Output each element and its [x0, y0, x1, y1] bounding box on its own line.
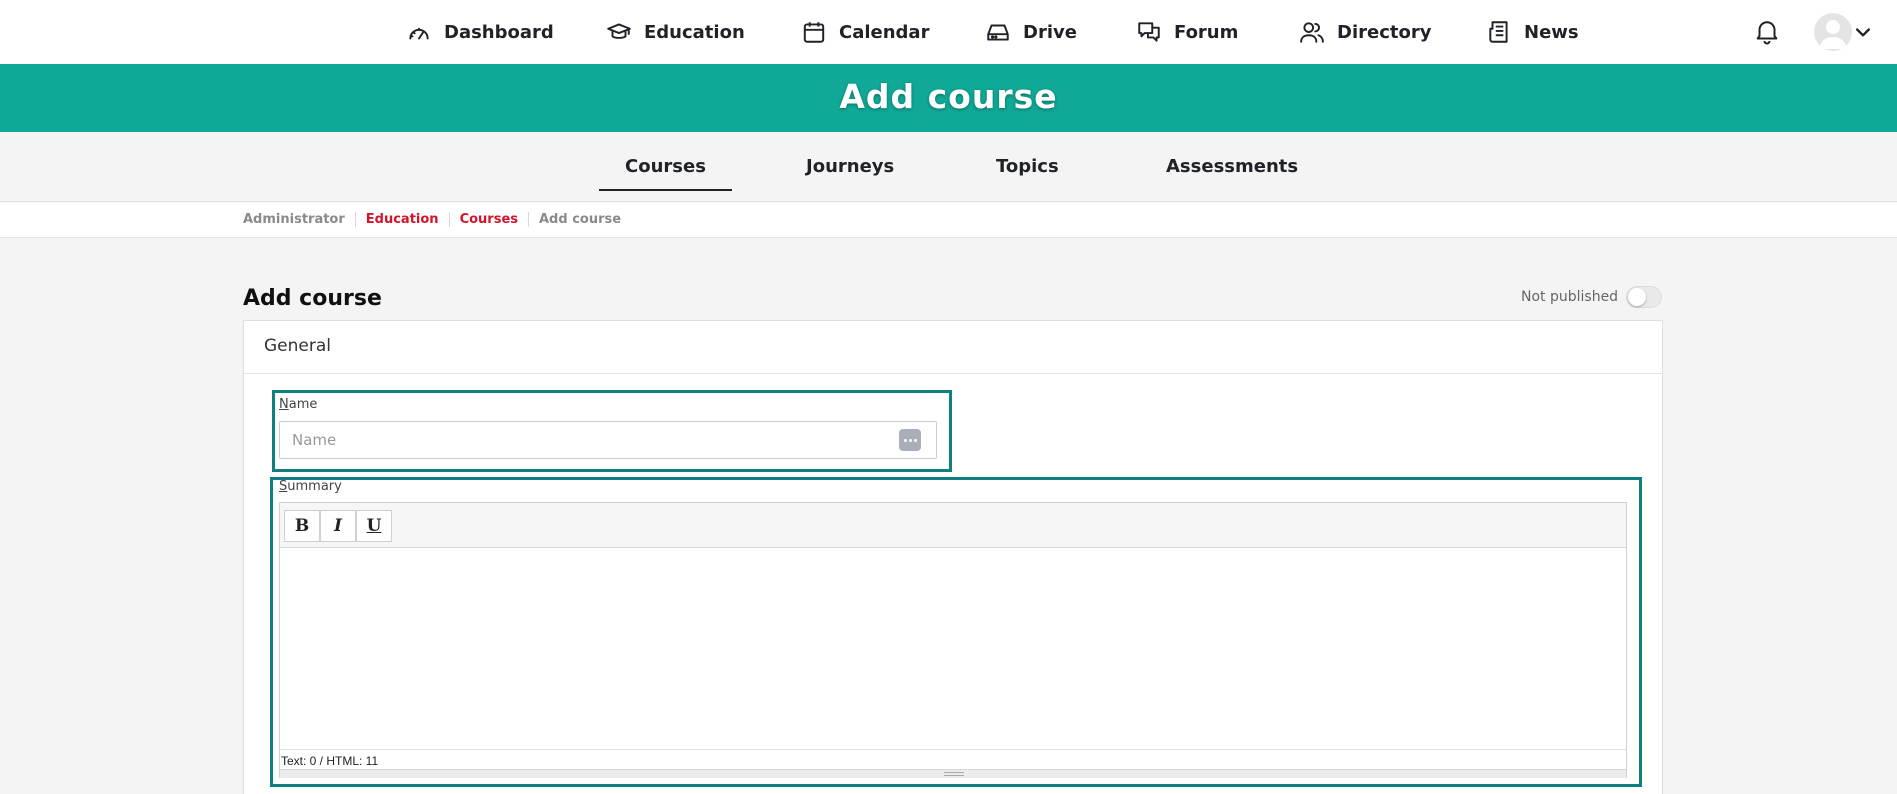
breadcrumb-administrator: Administrator [243, 212, 345, 227]
nav-dashboard-label: Dashboard [444, 21, 554, 43]
graduation-cap-icon [607, 23, 631, 39]
editor-toolbar: B I U [280, 503, 1626, 548]
avatar[interactable] [1814, 13, 1852, 51]
nav-news[interactable]: News [1486, 0, 1579, 64]
banner-title: Add course [839, 77, 1058, 116]
breadcrumb-courses[interactable]: Courses [448, 212, 528, 227]
summary-label: Summary [279, 479, 342, 494]
breadcrumb-bar: Administrator Education Courses Add cour… [0, 203, 1897, 238]
bell-icon[interactable] [1752, 16, 1782, 46]
nav-directory-label: Directory [1337, 21, 1432, 43]
editor-status: Text: 0 / HTML: 11 [280, 749, 1626, 769]
tab-topics[interactable]: Topics [996, 156, 1059, 177]
name-label: Name [279, 397, 318, 412]
tab-courses[interactable]: Courses [599, 156, 732, 191]
nav-education-label: Education [644, 21, 745, 43]
nav-forum-label: Forum [1174, 21, 1239, 43]
breadcrumb-current: Add course [528, 212, 631, 227]
sub-navigation: Courses Journeys Topics Assessments [0, 132, 1897, 202]
toggle-knob [1628, 288, 1646, 306]
nav-calendar[interactable]: Calendar [801, 0, 929, 64]
chat-bubbles-icon [1138, 22, 1160, 42]
newspaper-icon [1489, 21, 1508, 43]
more-options-icon[interactable] [899, 429, 921, 451]
card-header: General [244, 321, 1662, 374]
nav-drive-label: Drive [1023, 21, 1077, 43]
user-silhouette-icon [1819, 20, 1847, 49]
calendar-icon [803, 22, 825, 43]
chevron-down-icon[interactable] [1852, 22, 1874, 42]
page-banner: Add course [0, 64, 1897, 132]
nav-drive[interactable]: Drive [985, 0, 1077, 64]
page-title: Add course [243, 286, 382, 311]
underline-button[interactable]: U [356, 510, 392, 542]
users-icon [1300, 22, 1324, 43]
tab-assessments[interactable]: Assessments [1166, 156, 1298, 177]
tab-journeys[interactable]: Journeys [806, 156, 894, 177]
summary-editor: B I U Text: 0 / HTML: 11 [279, 502, 1627, 778]
summary-textarea[interactable] [280, 549, 1626, 749]
breadcrumb: Administrator Education Courses Add cour… [243, 212, 631, 227]
nav-education[interactable]: Education [606, 0, 745, 64]
nav-calendar-label: Calendar [839, 21, 930, 43]
nav-forum[interactable]: Forum [1136, 0, 1238, 64]
drive-icon [987, 24, 1009, 41]
publish-toggle[interactable] [1626, 286, 1662, 308]
nav-dashboard[interactable]: Dashboard [406, 0, 554, 64]
section-title: General [264, 336, 331, 356]
bold-button[interactable]: B [284, 510, 320, 542]
publish-status-label: Not published [1521, 289, 1619, 305]
top-navigation: Dashboard Education Calendar Drive Forum… [0, 0, 1897, 64]
nav-directory[interactable]: Directory [1299, 0, 1431, 64]
name-input[interactable] [279, 421, 937, 459]
breadcrumb-education[interactable]: Education [354, 212, 449, 227]
dashboard-gauge-icon [409, 27, 429, 40]
italic-button[interactable]: I [320, 510, 356, 542]
resize-handle[interactable] [280, 769, 1626, 778]
nav-news-label: News [1524, 21, 1579, 43]
